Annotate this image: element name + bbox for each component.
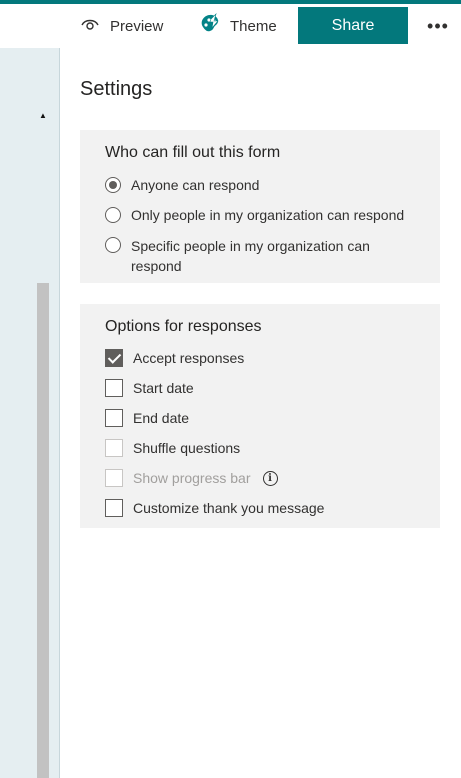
scroll-thumb[interactable] <box>37 283 49 778</box>
checkbox-label: Show progress bar <box>133 470 251 486</box>
checkbox[interactable] <box>105 469 123 487</box>
eye-icon <box>80 17 100 35</box>
checkbox[interactable] <box>105 349 123 367</box>
checkbox-label: Accept responses <box>133 350 245 366</box>
palette-icon <box>198 12 222 39</box>
radio-button[interactable] <box>105 237 121 253</box>
toolbar: Preview Theme Share ••• <box>0 4 461 48</box>
who-can-fill-title: Who can fill out this form <box>105 144 281 161</box>
checkbox[interactable] <box>105 379 123 397</box>
response-options-title: Options for responses <box>105 318 262 335</box>
checkbox-shuffle-questions[interactable]: Shuffle questions <box>105 439 240 458</box>
radio-button[interactable] <box>105 207 121 223</box>
checkbox[interactable] <box>105 499 123 517</box>
scrollbar[interactable]: ▲ <box>37 108 49 778</box>
more-options-button[interactable]: ••• <box>426 4 450 48</box>
radio-specific-people[interactable]: Specific people in my organization can r… <box>105 236 395 276</box>
response-options-card: Options for responses Accept responses S… <box>80 304 440 528</box>
theme-button[interactable]: Theme <box>198 4 277 48</box>
checkbox-label: Customize thank you message <box>133 500 325 516</box>
radio-anyone[interactable]: Anyone can respond <box>105 176 259 195</box>
preview-label: Preview <box>110 17 164 35</box>
checkbox-accept-responses[interactable]: Accept responses <box>105 349 244 368</box>
checkbox-label: Start date <box>133 380 194 396</box>
checkbox[interactable] <box>105 439 123 457</box>
checkbox[interactable] <box>105 409 123 427</box>
radio-label: Specific people in my organization can r… <box>131 238 370 274</box>
preview-button[interactable]: Preview <box>80 4 163 48</box>
scroll-up-arrow-icon[interactable]: ▲ <box>37 108 49 122</box>
checkbox-start-date[interactable]: Start date <box>105 379 194 398</box>
radio-organization[interactable]: Only people in my organization can respo… <box>105 206 404 225</box>
who-can-fill-card: Who can fill out this form Anyone can re… <box>80 130 440 283</box>
checkbox-customize-thank-you[interactable]: Customize thank you message <box>105 499 324 518</box>
settings-title: Settings <box>80 78 153 100</box>
left-panel: ▲ <box>0 48 60 778</box>
radio-label: Only people in my organization can respo… <box>131 207 405 223</box>
radio-label: Anyone can respond <box>131 177 260 193</box>
theme-label: Theme <box>230 17 277 35</box>
radio-button[interactable] <box>105 177 121 193</box>
checkbox-show-progress-bar[interactable]: Show progress bar i <box>105 469 278 488</box>
checkbox-label: Shuffle questions <box>133 440 241 456</box>
checkbox-label: End date <box>133 410 190 426</box>
info-icon[interactable]: i <box>262 471 278 486</box>
checkbox-end-date[interactable]: End date <box>105 409 189 428</box>
share-button[interactable]: Share <box>298 7 408 44</box>
